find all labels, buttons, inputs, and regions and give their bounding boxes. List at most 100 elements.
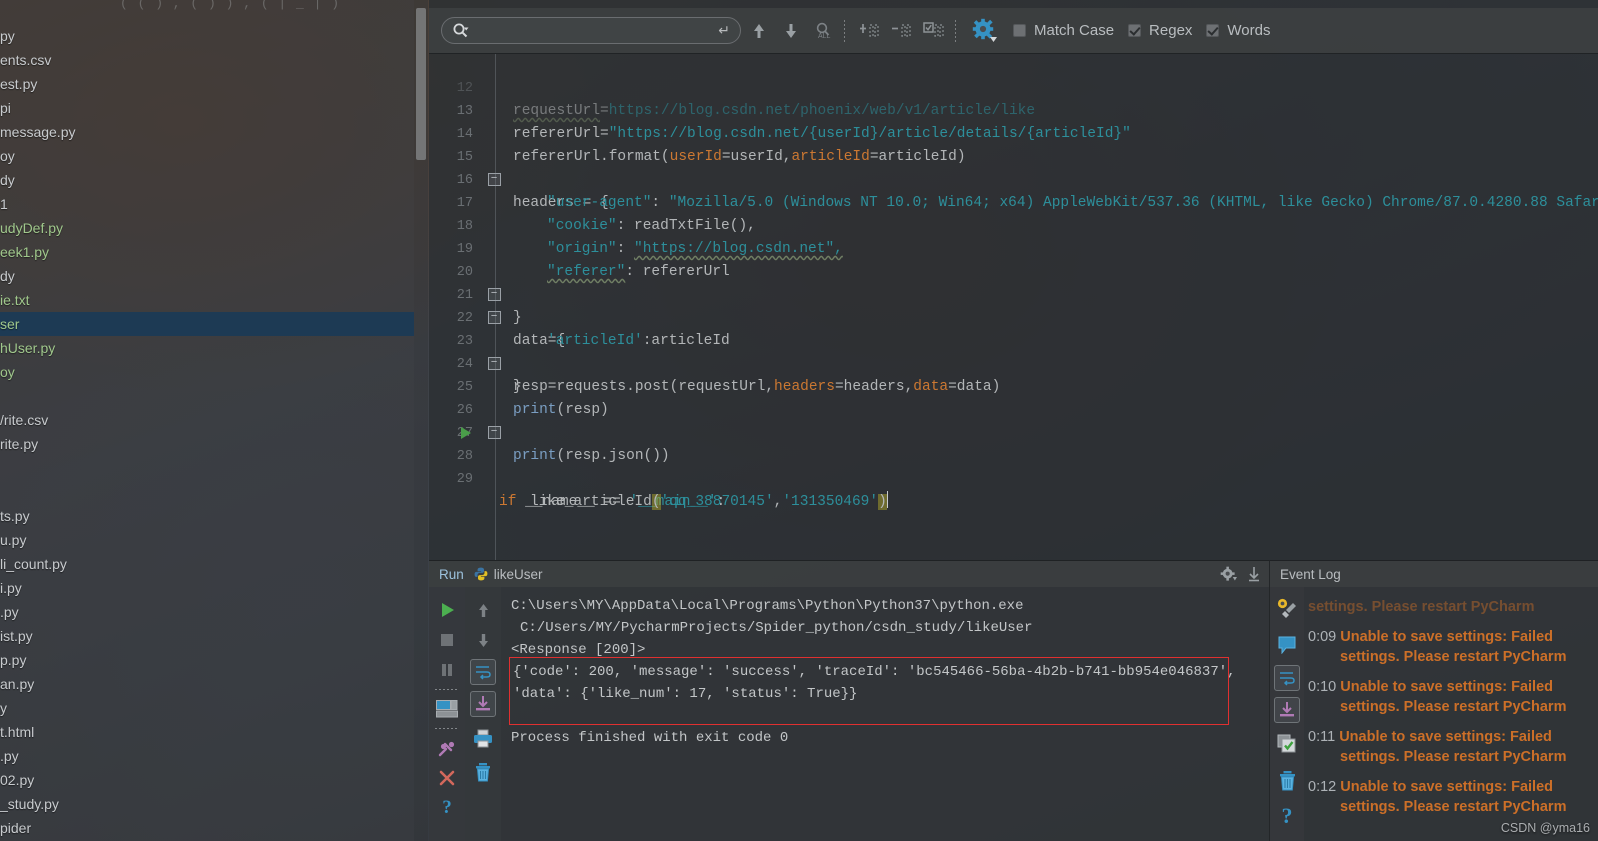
file-tree-item[interactable]: udyDef.py bbox=[0, 216, 414, 240]
code-line-28[interactable]: 28 if __name__ == '__main__': bbox=[429, 422, 1598, 510]
file-tree-item[interactable]: u.py bbox=[0, 528, 414, 552]
file-tree-item[interactable]: hUser.py bbox=[0, 336, 414, 360]
scroll-to-end-button[interactable] bbox=[470, 691, 496, 717]
event-log-tool-window[interactable]: Event Log ? settings. Please restart PyC… bbox=[1269, 560, 1598, 841]
event-log-entry[interactable]: settings. Please restart PyCharm bbox=[1308, 597, 1595, 617]
show-console-button[interactable] bbox=[433, 694, 461, 724]
sidebar-scrollbar[interactable] bbox=[414, 0, 428, 841]
notification-balloon-icon[interactable] bbox=[1273, 629, 1301, 659]
pause-button[interactable] bbox=[433, 655, 461, 685]
code-line-26[interactable]: 26 − print(resp.json()) bbox=[429, 376, 1598, 464]
file-tree-item[interactable]: i.py bbox=[0, 576, 414, 600]
find-option-regex[interactable]: Regex bbox=[1128, 22, 1192, 39]
file-tree-item[interactable]: message.py bbox=[0, 120, 414, 144]
settings-wrench-icon[interactable] bbox=[1273, 593, 1301, 623]
file-tree-item[interactable]: ser bbox=[0, 312, 414, 336]
file-tree-item[interactable]: py bbox=[0, 24, 414, 48]
code-line-24[interactable]: 24 resp=requests.post(requestUrl,headers… bbox=[429, 330, 1598, 395]
code-line-14[interactable]: 14 refererUrl.format(userId=userId,artic… bbox=[429, 100, 1598, 165]
run-tab-label[interactable]: likeUser bbox=[494, 567, 543, 582]
run-toolbar-secondary[interactable] bbox=[465, 587, 501, 841]
stop-button[interactable] bbox=[433, 625, 461, 655]
event-log-entries[interactable]: settings. Please restart PyCharm 0:09 Una… bbox=[1304, 587, 1598, 841]
code-line-20[interactable]: 20 − } bbox=[429, 238, 1598, 326]
mark-all-read-icon[interactable] bbox=[1273, 729, 1301, 759]
file-tree-item[interactable]: dy bbox=[0, 264, 414, 288]
event-log-entry[interactable]: 0:09 Unable to save settings: Failed sett… bbox=[1308, 627, 1595, 667]
file-tree-item[interactable]: pi bbox=[0, 96, 414, 120]
soft-wrap-icon[interactable] bbox=[1274, 665, 1300, 691]
code-line-27[interactable]: 27 bbox=[429, 399, 1598, 441]
enter-icon[interactable]: ↵ bbox=[718, 22, 730, 39]
find-toolbar[interactable]: ↵ ALL Match Case Regex Words bbox=[429, 8, 1598, 54]
code-line-29[interactable]: 29 like_articleId('qq_38870145','1313504… bbox=[429, 445, 1598, 510]
export-download-icon[interactable] bbox=[1247, 566, 1261, 582]
code-line-21[interactable]: 21 − data={ bbox=[429, 261, 1598, 349]
scroll-down-button[interactable] bbox=[469, 625, 497, 655]
event-log-entry[interactable]: 0:11 Unable to save settings: Failed sett… bbox=[1308, 727, 1595, 767]
code-line-22[interactable]: 22 'articleId':articleId bbox=[429, 284, 1598, 349]
run-toolbar-primary[interactable]: ? bbox=[429, 587, 465, 841]
file-list[interactable]: py ents.csv est.py pi message.py oy dy 1 udyDef.… bbox=[0, 0, 414, 840]
file-tree-item[interactable]: est.py bbox=[0, 72, 414, 96]
scroll-up-button[interactable] bbox=[469, 595, 497, 625]
file-tree-item[interactable]: _study.py bbox=[0, 792, 414, 816]
file-tree-item[interactable]: rite.py bbox=[0, 432, 414, 456]
code-line-25[interactable]: 25 print(resp) bbox=[429, 353, 1598, 418]
help-icon[interactable]: ? bbox=[1273, 801, 1301, 831]
file-tree-item[interactable]: p.py bbox=[0, 648, 414, 672]
search-input[interactable] bbox=[469, 23, 719, 38]
file-tree-item[interactable]: an.py bbox=[0, 672, 414, 696]
code-line-15[interactable]: 15 − headers = { bbox=[429, 123, 1598, 211]
search-icon[interactable] bbox=[452, 22, 469, 39]
run-header-actions[interactable] bbox=[1220, 561, 1261, 587]
file-tree-item[interactable]: y bbox=[0, 696, 414, 720]
run-tool-window[interactable]: Run likeUser ? C:\Users\MY\AppData\Local… bbox=[429, 560, 1269, 841]
file-tree-item[interactable] bbox=[0, 384, 414, 408]
file-tree-item[interactable]: oy bbox=[0, 360, 414, 384]
checkbox-icon[interactable] bbox=[1013, 24, 1026, 37]
close-tab-button[interactable] bbox=[433, 763, 461, 793]
run-console-output[interactable]: C:\Users\MY\AppData\Local\Programs\Pytho… bbox=[501, 587, 1269, 841]
find-options[interactable]: Match Case Regex Words bbox=[999, 22, 1270, 39]
file-tree-item[interactable]: ie.txt bbox=[0, 288, 414, 312]
run-settings-gear-icon[interactable] bbox=[1220, 566, 1237, 583]
checkbox-icon[interactable] bbox=[1206, 24, 1220, 37]
file-tree-item[interactable]: ist.py bbox=[0, 624, 414, 648]
pin-tab-button[interactable] bbox=[433, 733, 461, 763]
code-content[interactable]: 12 requestUrl=https://blog.csdn.net/phoe… bbox=[429, 54, 1598, 560]
clear-all-button[interactable] bbox=[469, 757, 497, 787]
run-tool-header[interactable]: Run likeUser bbox=[429, 561, 1269, 587]
find-option-match-case[interactable]: Match Case bbox=[1013, 22, 1114, 39]
find-option-words[interactable]: Words bbox=[1206, 22, 1270, 39]
code-editor[interactable]: ↵ ALL Match Case Regex Words 12 requestU… bbox=[429, 0, 1598, 560]
file-tree-item[interactable]: ts.py bbox=[0, 504, 414, 528]
search-field-wrapper[interactable]: ↵ bbox=[441, 17, 741, 44]
code-line-13[interactable]: 13 refererUrl="https://blog.csdn.net/{us… bbox=[429, 77, 1598, 142]
filter-settings-icon[interactable] bbox=[971, 17, 999, 45]
file-tree-item[interactable]: ents.csv bbox=[0, 48, 414, 72]
file-tree-item[interactable]: .py bbox=[0, 744, 414, 768]
file-tree-item[interactable]: li_count.py bbox=[0, 552, 414, 576]
file-tree-item[interactable]: pider bbox=[0, 816, 414, 840]
event-log-entry[interactable]: 0:10 Unable to save settings: Failed sett… bbox=[1308, 677, 1595, 717]
sidebar-scrollbar-thumb[interactable] bbox=[416, 8, 426, 160]
file-tree-item[interactable]: /rite.csv bbox=[0, 408, 414, 432]
select-all-occurrences-icon[interactable] bbox=[888, 17, 916, 45]
code-line-17[interactable]: 17 "cookie": readTxtFile(), bbox=[429, 169, 1598, 234]
find-all-icon[interactable]: ALL bbox=[809, 17, 837, 45]
print-button[interactable] bbox=[469, 723, 497, 753]
file-tree-item[interactable] bbox=[0, 480, 414, 504]
find-next-icon[interactable] bbox=[777, 17, 805, 45]
code-line-16[interactable]: 16 "user-agent": "Mozilla/5.0 (Windows N… bbox=[429, 146, 1598, 211]
event-log-toolbar[interactable]: ? bbox=[1270, 587, 1304, 841]
code-line-12[interactable]: 12 requestUrl=https://blog.csdn.net/phoe… bbox=[429, 54, 1598, 119]
soft-wrap-button[interactable] bbox=[470, 659, 496, 685]
code-line-19[interactable]: 19 "referer": refererUrl bbox=[429, 215, 1598, 280]
select-first-occurrence-icon[interactable] bbox=[856, 17, 884, 45]
file-tree-item[interactable]: t.html bbox=[0, 720, 414, 744]
file-tree-item[interactable]: dy bbox=[0, 168, 414, 192]
file-tree-item[interactable]: eek1.py bbox=[0, 240, 414, 264]
project-file-tree[interactable]: ( ( ) , ( ) ) , ( | _ | ) py ents.csv est.… bbox=[0, 0, 414, 841]
checkbox-icon[interactable] bbox=[1128, 24, 1142, 37]
